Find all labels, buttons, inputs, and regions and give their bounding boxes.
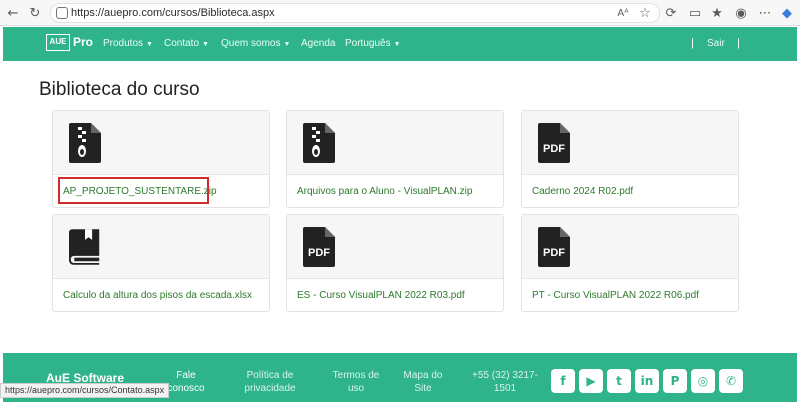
file-link[interactable]: PT - Curso VisualPLAN 2022 R06.pdf — [532, 290, 699, 301]
nav-quem-somos-label: Quem somos — [221, 38, 281, 49]
footer-link-line: 1501 — [493, 383, 517, 394]
footer-link-privacidade[interactable]: Política de privacidade — [239, 369, 301, 395]
book-icon[interactable] — [69, 227, 101, 267]
card-icon-area: PDF — [522, 111, 738, 175]
pdf-file-icon[interactable]: PDF — [303, 227, 335, 267]
file-card: PDF PT - Curso VisualPLAN 2022 R06.pdf — [521, 214, 739, 312]
nav-portugues[interactable]: Português ▼ — [345, 38, 401, 49]
svg-text:PDF: PDF — [543, 247, 565, 259]
zip-file-icon[interactable] — [69, 123, 101, 163]
nav-separator: | — [691, 37, 694, 49]
file-card: PDF Caderno 2024 R02.pdf — [521, 110, 739, 208]
file-link[interactable]: ES - Curso VisualPLAN 2022 R03.pdf — [297, 290, 465, 301]
collections-icon[interactable]: ★ — [708, 4, 726, 22]
copilot-icon[interactable]: ◆ — [778, 4, 796, 22]
footer-link-line: +55 (32) 3217- — [472, 370, 538, 381]
instagram-icon[interactable]: ◎ — [691, 369, 715, 393]
pdf-file-icon[interactable]: PDF — [538, 227, 570, 267]
card-icon-area — [53, 215, 269, 279]
nav-portugues-label: Português — [345, 38, 391, 49]
footer-link-mapa[interactable]: Mapa do Site — [401, 369, 445, 395]
extensions-icon[interactable]: ⟳ — [662, 4, 680, 22]
selection-highlight — [58, 177, 209, 204]
nav-agenda-label: Agenda — [301, 38, 336, 49]
logo-word[interactable]: Pro — [73, 35, 93, 49]
zip-file-icon[interactable] — [303, 123, 335, 163]
pinterest-icon[interactable]: P — [663, 369, 687, 393]
footer-link-line: conosco — [167, 383, 205, 394]
footer-link-line: uso — [347, 383, 365, 394]
svg-text:PDF: PDF — [543, 143, 565, 155]
read-aloud-icon[interactable]: Aᴬ — [614, 4, 632, 22]
svg-text:PDF: PDF — [308, 247, 330, 259]
menu-icon[interactable]: ⋯ — [756, 4, 774, 22]
footer-link-line: Mapa do — [403, 370, 443, 381]
footer-link-line: Política de — [246, 370, 294, 381]
file-card: PDF ES - Curso VisualPLAN 2022 R03.pdf — [286, 214, 504, 312]
file-link[interactable]: Arquivos para o Aluno - VisualPLAN.zip — [297, 186, 472, 197]
nav-produtos[interactable]: Produtos ▼ — [103, 38, 153, 49]
site-navbar: AUE Pro Produtos ▼ Contato ▼ Quem somos ▼ A… — [3, 27, 797, 61]
nav-produtos-label: Produtos — [103, 38, 144, 49]
browser-toolbar: ← ↻ https://auepro.com/cursos/Biblioteca… — [0, 0, 800, 26]
footer-link-line: privacidade — [244, 383, 296, 394]
footer-phone[interactable]: +55 (32) 3217- 1501 — [467, 369, 543, 395]
nav-contato[interactable]: Contato ▼ — [164, 38, 209, 49]
url-text: https://auepro.com/cursos/Biblioteca.asp… — [71, 7, 275, 19]
footer-link-line: Site — [414, 383, 432, 394]
footer-link-fale-conosco[interactable]: Fale conosco — [163, 369, 209, 395]
linkedin-icon[interactable]: in — [635, 369, 659, 393]
file-card: Arquivos para o Aluno - VisualPLAN.zip — [286, 110, 504, 208]
footer-link-line: Fale — [176, 370, 196, 381]
card-icon-area: PDF — [287, 215, 503, 279]
pdf-file-icon[interactable]: PDF — [538, 123, 570, 163]
address-bar[interactable]: https://auepro.com/cursos/Biblioteca.asp… — [50, 3, 660, 23]
reload-icon[interactable]: ↻ — [26, 4, 44, 22]
nav-sair[interactable]: Sair — [707, 38, 725, 49]
nav-agenda[interactable]: Agenda — [301, 38, 335, 49]
twitter-icon[interactable]: t — [607, 369, 631, 393]
file-link[interactable]: Caderno 2024 R02.pdf — [532, 186, 633, 197]
facebook-icon[interactable]: f — [551, 369, 575, 393]
whatsapp-icon[interactable]: ✆ — [719, 369, 743, 393]
favorite-icon[interactable]: ☆ — [636, 4, 654, 22]
profile-icon[interactable]: ◉ — [732, 4, 750, 22]
chevron-down-icon: ▼ — [146, 41, 153, 48]
nav-quem-somos[interactable]: Quem somos ▼ — [221, 38, 290, 49]
site-info-icon[interactable] — [56, 7, 68, 19]
split-screen-icon[interactable]: ▭ — [686, 4, 704, 22]
status-bar-url: https://auepro.com/cursos/Contato.aspx — [0, 383, 170, 398]
youtube-icon[interactable]: ▶ — [579, 369, 603, 393]
file-card: Calculo da altura dos pisos da escada.xl… — [52, 214, 270, 312]
chevron-down-icon: ▼ — [202, 41, 209, 48]
footer-link-termos[interactable]: Termos de uso — [329, 369, 383, 395]
back-icon[interactable]: ← — [4, 4, 22, 22]
footer-link-line: Termos de — [332, 370, 380, 381]
nav-separator: | — [737, 37, 740, 49]
file-card: AP_PROJETO_SUSTENTARE.zip — [52, 110, 270, 208]
chevron-down-icon: ▼ — [283, 41, 291, 48]
nav-contato-label: Contato — [164, 38, 200, 49]
page-title: Biblioteca do curso — [39, 79, 200, 100]
card-icon-area — [53, 111, 269, 175]
file-link[interactable]: Calculo da altura dos pisos da escada.xl… — [63, 290, 252, 301]
card-icon-area: PDF — [522, 215, 738, 279]
chevron-down-icon: ▼ — [393, 41, 401, 48]
card-icon-area — [287, 111, 503, 175]
aue-logo-icon[interactable]: AUE — [46, 34, 70, 51]
